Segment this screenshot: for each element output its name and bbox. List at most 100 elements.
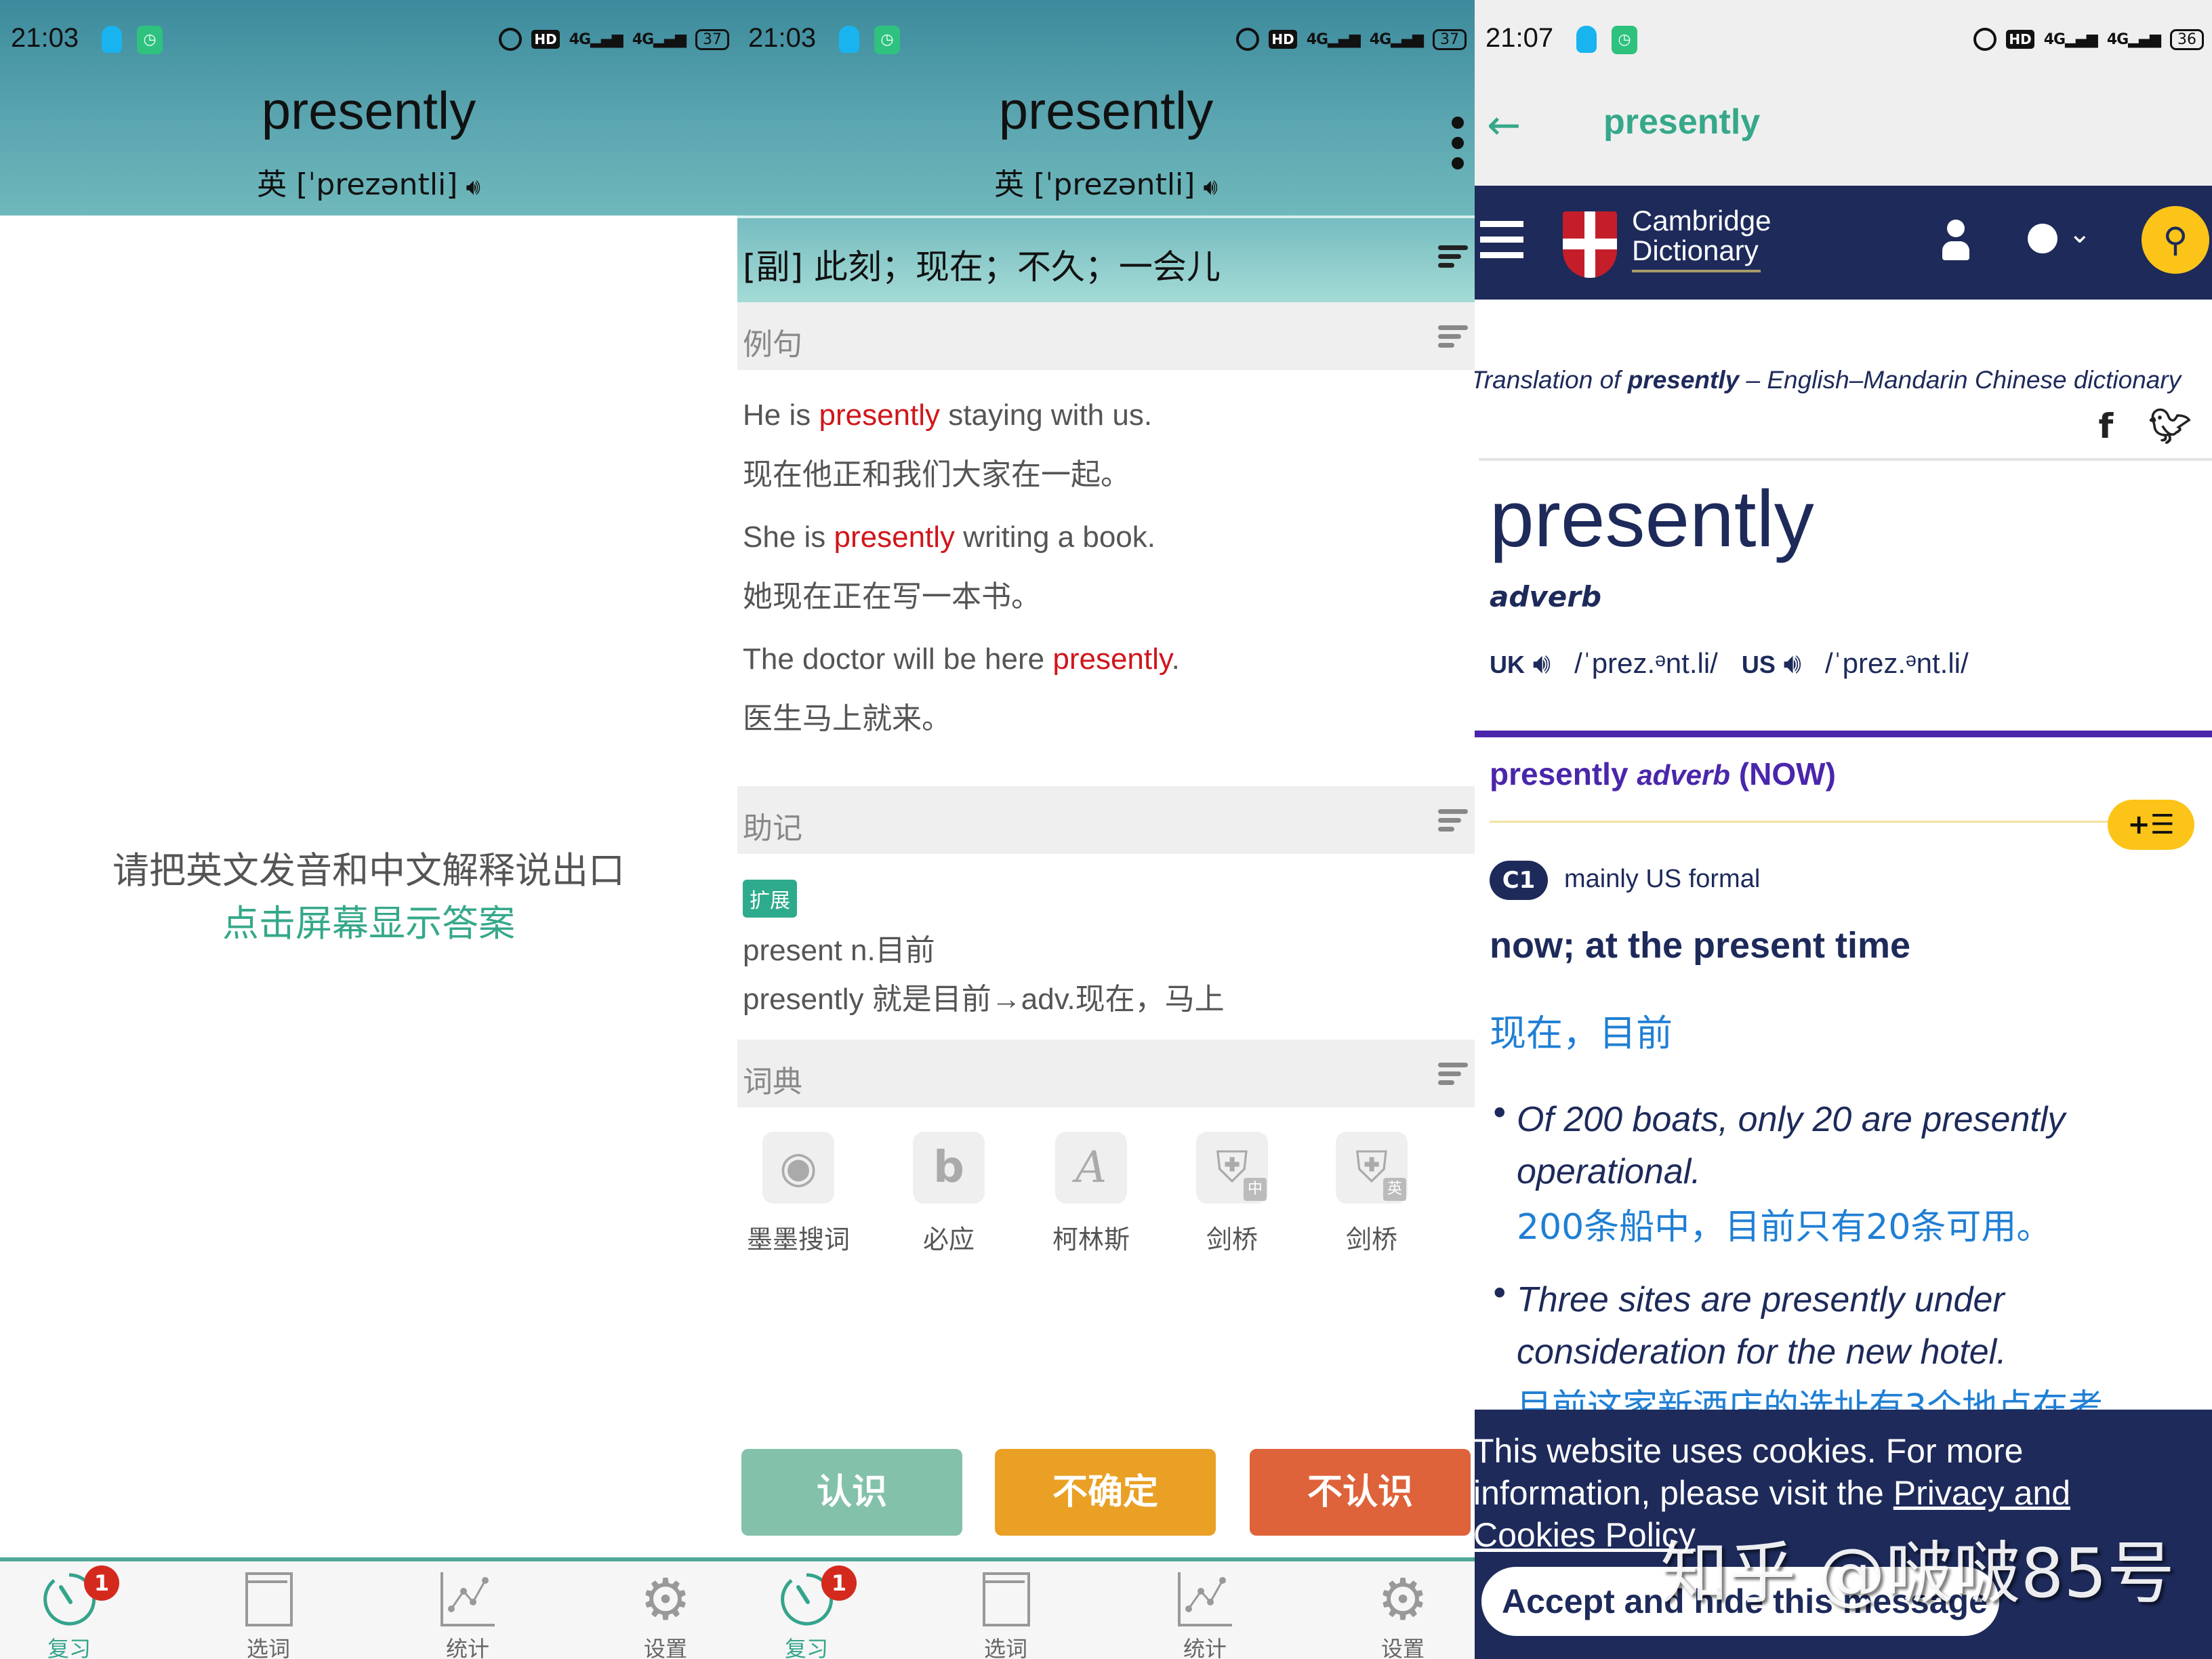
- hamburger-menu-icon[interactable]: [1480, 221, 1523, 268]
- qq-notification-icon: [839, 26, 859, 53]
- book-icon: [977, 1571, 1034, 1628]
- unsure-button[interactable]: 不确定: [995, 1449, 1216, 1536]
- nav-tab-review[interactable]: 1 复习: [759, 1565, 857, 1659]
- back-arrow-icon[interactable]: ←: [1487, 102, 1521, 149]
- bottom-nav: 1 复习 选词 统计 ⚙ 设置: [0, 1557, 737, 1659]
- dict-bing[interactable]: b 必应: [888, 1132, 1010, 1256]
- word-title: presently: [261, 81, 476, 140]
- definition-band: [副] 此刻；现在；不久；一会儿: [737, 216, 1475, 302]
- speaker-icon[interactable]: 🔊︎: [466, 173, 480, 201]
- us-audio-icon[interactable]: 🔊︎: [1784, 647, 1801, 679]
- review-count-badge: 1: [84, 1565, 119, 1601]
- collapse-menu-icon[interactable]: [1438, 325, 1468, 352]
- stats-chart-icon: [439, 1571, 496, 1628]
- collapse-menu-icon[interactable]: [1438, 1063, 1468, 1089]
- battery-icon: 36: [2170, 28, 2204, 50]
- signal-icon-2: 4G▂▄▆: [632, 30, 687, 48]
- example-sentence: The doctor will be here presently.: [743, 642, 1180, 676]
- signal-icon-2: 4G▂▄▆: [1369, 30, 1424, 48]
- zhihu-watermark: 知乎 @啵啵85号: [1660, 1534, 2175, 1613]
- status-time: 21:03: [748, 23, 817, 53]
- nav-tab-settings[interactable]: ⚙ 设置: [618, 1571, 713, 1659]
- uk-audio-icon[interactable]: 🔊︎: [1533, 647, 1551, 679]
- review-timer-icon: 1: [41, 1565, 119, 1628]
- app-notification-icon: ◷: [137, 26, 163, 54]
- collapse-menu-icon[interactable]: [1438, 245, 1468, 272]
- nav-tab-settings[interactable]: ⚙ 设置: [1355, 1571, 1450, 1659]
- alarm-icon: [499, 28, 523, 51]
- divider: [1479, 458, 2212, 461]
- hd-voice-icon: HD: [1269, 30, 1297, 49]
- status-time: 21:03: [11, 23, 79, 53]
- hd-voice-icon: HD: [2006, 30, 2034, 49]
- globe-icon[interactable]: [2028, 224, 2057, 253]
- gear-icon: ⚙: [1377, 1566, 1429, 1633]
- definition: now; at the present time: [1490, 925, 1911, 966]
- owl-icon: ◉: [762, 1132, 834, 1204]
- translation-heading: Translation of presently – English–Manda…: [1475, 366, 2182, 394]
- nav-tab-select-words[interactable]: 选词: [221, 1571, 316, 1659]
- twitter-icon[interactable]: 🐦︎: [2149, 407, 2192, 446]
- alarm-icon: [1236, 28, 1260, 51]
- status-bar: 21:03 ◷ HD 4G▂▄▆ 4G▂▄▆ 37: [0, 0, 737, 81]
- facebook-icon[interactable]: f: [2099, 407, 2114, 446]
- section-header-examples[interactable]: 例句: [737, 302, 1475, 370]
- mnemonic-line: presently 就是目前→adv.现在，马上: [743, 983, 1225, 1016]
- add-to-wordlist-button[interactable]: +☰: [2108, 800, 2194, 850]
- signal-icon: 4G▂▄▆: [569, 30, 623, 48]
- qq-notification-icon: [1576, 26, 1597, 53]
- part-of-speech: adverb: [1490, 580, 1602, 613]
- know-button[interactable]: 认识: [741, 1449, 962, 1536]
- cambridge-crest-logo[interactable]: [1563, 211, 1617, 278]
- app-notification-icon: ◷: [1612, 26, 1637, 54]
- signal-icon-2: 4G▂▄▆: [2106, 30, 2161, 48]
- show-answer-hint[interactable]: 点击屏幕显示答案: [0, 893, 737, 947]
- definition-text: [副] 此刻；现在；不久；一会儿: [743, 247, 1221, 287]
- dont-know-button[interactable]: 不认识: [1250, 1449, 1471, 1536]
- chevron-down-icon[interactable]: ⌄: [2068, 218, 2091, 249]
- battery-icon: 37: [695, 28, 729, 50]
- review-screen-answer: 21:03 ◷ HD 4G▂▄▆ 4G▂▄▆ 37 presently 英 [ˈ…: [737, 0, 1475, 1659]
- word-title: presently: [998, 81, 1214, 140]
- collapse-menu-icon[interactable]: [1438, 809, 1468, 836]
- alarm-icon: [1973, 28, 1997, 51]
- review-screen-question[interactable]: 21:03 ◷ HD 4G▂▄▆ 4G▂▄▆ 37 presently 英 [ˈ…: [0, 0, 737, 1659]
- usage-label: mainly US formal: [1564, 865, 1761, 893]
- hd-voice-icon: HD: [531, 30, 560, 49]
- bottom-nav: 1 复习 选词 统计 ⚙ 设置: [737, 1557, 1475, 1659]
- dict-momo[interactable]: ◉ 墨墨搜词: [737, 1132, 859, 1256]
- nav-tab-select-words[interactable]: 选词: [958, 1571, 1053, 1659]
- bing-icon: b: [913, 1132, 985, 1204]
- qq-notification-icon: [102, 26, 122, 53]
- collins-icon: A: [1055, 1132, 1127, 1204]
- status-time: 21:07: [1486, 23, 1554, 53]
- book-icon: [240, 1571, 297, 1628]
- status-bar: 21:03 ◷ HD 4G▂▄▆ 4G▂▄▆ 37: [737, 0, 1475, 81]
- section-header-dictionary[interactable]: 词典: [737, 1040, 1475, 1107]
- dict-collins[interactable]: A 柯林斯: [1030, 1132, 1152, 1256]
- nav-tab-review[interactable]: 1 复习: [22, 1565, 119, 1659]
- cambridge-zh-icon: ⛨ 中: [1196, 1132, 1268, 1204]
- sense-divider: [1475, 731, 2212, 737]
- search-icon[interactable]: ⚲: [2142, 206, 2209, 274]
- dict-cambridge-zh[interactable]: ⛨ 中 剑桥: [1171, 1132, 1293, 1256]
- nav-tab-stats[interactable]: 统计: [420, 1571, 515, 1659]
- nav-tab-stats[interactable]: 统计: [1158, 1571, 1252, 1659]
- battery-icon: 37: [1433, 28, 1467, 50]
- cambridge-logo-text[interactable]: Cambridge Dictionary: [1632, 206, 1771, 272]
- extension-tag: 扩展: [743, 880, 797, 918]
- example-sentence: She is presently writing a book.: [743, 520, 1155, 554]
- review-timer-icon: 1: [778, 1565, 857, 1628]
- phonetic: 英 [ˈprezəntli] 🔊︎: [994, 167, 1218, 202]
- headword: presently: [1490, 474, 1814, 564]
- status-bar: 21:07 ◷ HD 4G▂▄▆ 4G▂▄▆ 36: [1475, 0, 2212, 81]
- review-count-badge: 1: [821, 1565, 857, 1601]
- signal-icon: 4G▂▄▆: [2043, 30, 2098, 48]
- user-icon[interactable]: [1942, 220, 1969, 262]
- speaker-icon[interactable]: 🔊︎: [1203, 173, 1217, 201]
- example-translation: 现在他正和我们大家在一起。: [743, 457, 1130, 492]
- dict-cambridge-en[interactable]: ⛨ 英 剑桥: [1311, 1132, 1433, 1256]
- section-header-mnemonic[interactable]: 助记: [737, 786, 1475, 854]
- guideword: presently adverb (NOW): [1490, 756, 1836, 792]
- signal-icon: 4G▂▄▆: [1306, 30, 1361, 48]
